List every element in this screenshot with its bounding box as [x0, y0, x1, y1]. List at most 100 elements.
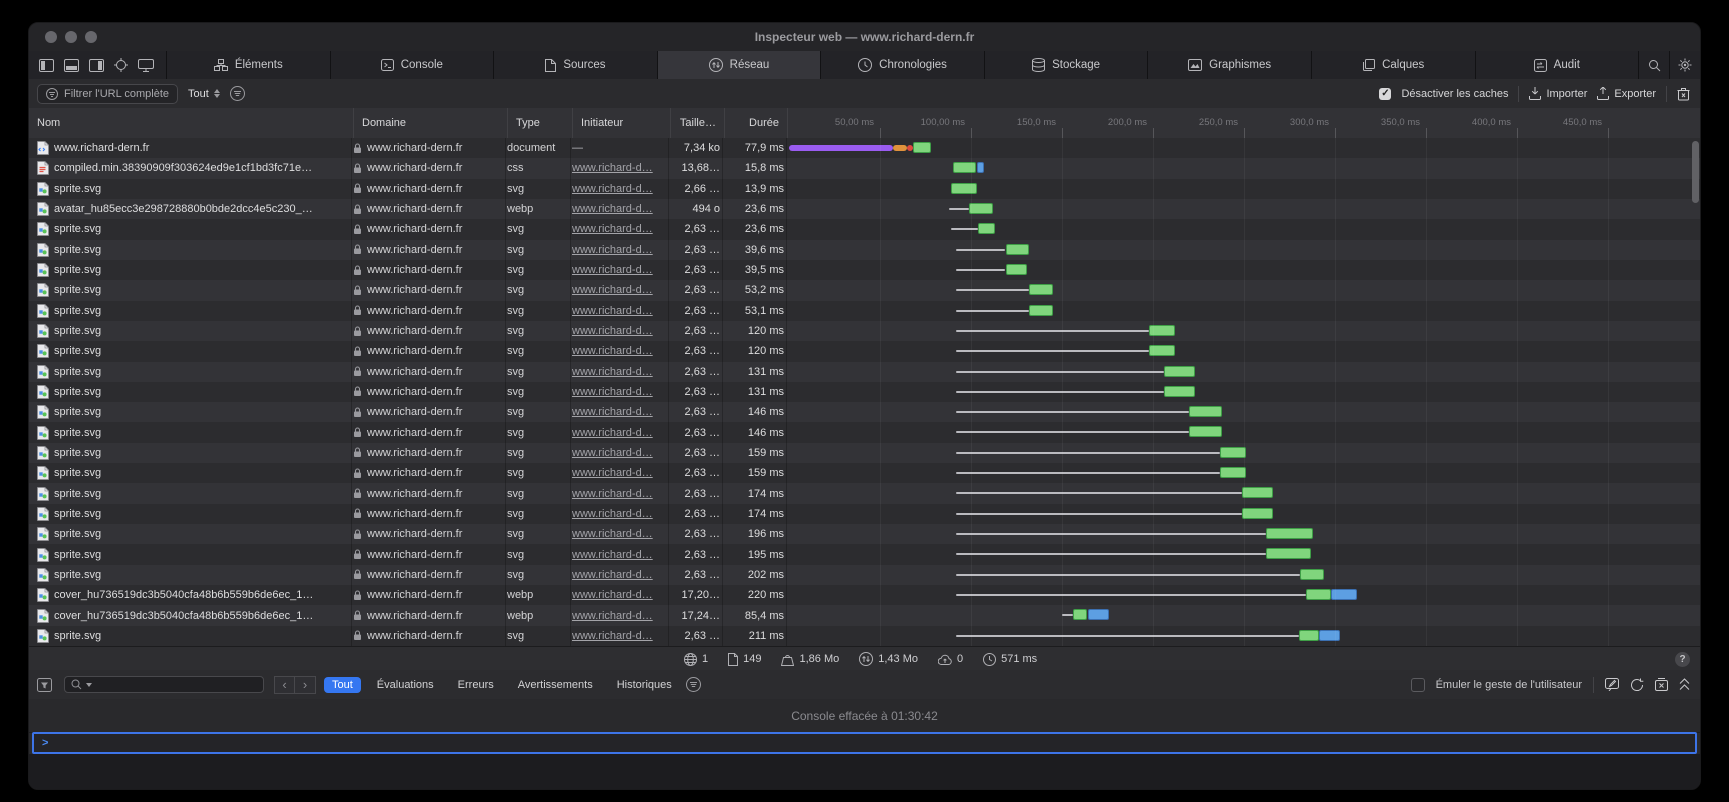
clear-network-items-icon[interactable] [1677, 87, 1690, 101]
request-initiator-link[interactable]: www.richard-d… [572, 305, 653, 317]
network-request-row[interactable]: sprite.svgwww.richard-dern.frsvgwww.rich… [29, 280, 1700, 300]
next-result-button[interactable]: › [295, 676, 316, 694]
request-initiator-link[interactable]: www.richard-d… [572, 488, 653, 500]
dock-left-icon[interactable] [39, 59, 54, 72]
console-filter-warnings[interactable]: Avertissements [510, 677, 601, 693]
network-request-row[interactable]: sprite.svgwww.richard-dern.frsvgwww.rich… [29, 382, 1700, 402]
tab-graphics[interactable]: Graphismes [1147, 51, 1311, 79]
request-initiator-link[interactable]: www.richard-d… [572, 569, 653, 581]
network-request-row[interactable]: sprite.svgwww.richard-dern.frsvgwww.rich… [29, 341, 1700, 361]
request-initiator-link[interactable]: www.richard-d… [572, 589, 653, 601]
network-request-row[interactable]: sprite.svgwww.richard-dern.frsvgwww.rich… [29, 524, 1700, 544]
request-initiator-link[interactable]: www.richard-d… [572, 508, 653, 520]
emulate-user-gesture-checkbox[interactable]: ✓ [1411, 678, 1425, 692]
help-button[interactable]: ? [1675, 652, 1690, 667]
export-button[interactable]: Exporter [1597, 87, 1656, 100]
network-request-row[interactable]: sprite.svgwww.richard-dern.frsvgwww.rich… [29, 301, 1700, 321]
console-filter-logs[interactable]: Historiques [609, 677, 680, 693]
network-request-row[interactable]: www.richard-dern.frwww.richard-dern.frdo… [29, 138, 1700, 158]
tab-elements[interactable]: Éléments [166, 51, 330, 79]
device-icon[interactable] [138, 59, 154, 72]
reload-icon[interactable] [1630, 678, 1644, 692]
network-request-row[interactable]: sprite.svgwww.richard-dern.frsvgwww.rich… [29, 565, 1700, 585]
request-initiator-link[interactable]: www.richard-d… [572, 183, 653, 195]
network-request-row[interactable]: sprite.svgwww.richard-dern.frsvgwww.rich… [29, 321, 1700, 341]
url-filter-input[interactable]: Filtrer l'URL complète [37, 84, 178, 104]
tab-storage[interactable]: Stockage [984, 51, 1148, 79]
request-initiator-link[interactable]: www.richard-d… [572, 284, 653, 296]
request-initiator-link[interactable]: www.richard-d… [572, 325, 653, 337]
settings-button[interactable] [1669, 51, 1700, 79]
disable-caches-checkbox[interactable]: ✓ [1379, 88, 1391, 100]
network-request-row[interactable]: compiled.min.38390909f303624ed9e1cf1bd3f… [29, 158, 1700, 178]
network-request-row[interactable]: sprite.svgwww.richard-dern.frsvgwww.rich… [29, 626, 1700, 646]
console-filter-evaluations[interactable]: Évaluations [369, 677, 442, 693]
request-initiator-link[interactable]: www.richard-d… [572, 528, 653, 540]
column-header-size[interactable]: Taille… [670, 108, 724, 138]
request-initiator-link[interactable]: www.richard-d… [572, 447, 653, 459]
column-header-type[interactable]: Type [507, 108, 572, 138]
tab-label: Sources [563, 59, 605, 71]
network-request-row[interactable]: sprite.svgwww.richard-dern.frsvgwww.rich… [29, 362, 1700, 382]
console-compose-icon[interactable] [1605, 678, 1619, 691]
tab-timelines[interactable]: Chronologies [820, 51, 984, 79]
console-filter-menu-icon[interactable] [686, 677, 701, 692]
request-initiator-link[interactable]: www.richard-d… [572, 406, 653, 418]
console-scope-icon[interactable] [37, 678, 52, 692]
collapse-console-icon[interactable] [1679, 678, 1690, 691]
dock-bottom-icon[interactable] [64, 59, 79, 72]
vertical-scrollbar-thumb[interactable] [1692, 141, 1699, 203]
clear-console-icon[interactable] [1655, 678, 1668, 691]
column-header-domain[interactable]: Domaine [353, 108, 507, 138]
filter-menu-icon[interactable] [230, 86, 245, 101]
request-initiator-link[interactable]: www.richard-d… [572, 223, 653, 235]
dock-right-icon[interactable] [89, 59, 104, 72]
network-request-row[interactable]: sprite.svgwww.richard-dern.frsvgwww.rich… [29, 544, 1700, 564]
console-filter-all[interactable]: Tout [324, 677, 361, 693]
request-initiator-link[interactable]: www.richard-d… [572, 467, 653, 479]
network-request-row[interactable]: avatar_hu85ecc3e298728880b0bde2dcc4e5c23… [29, 199, 1700, 219]
request-initiator-link[interactable]: www.richard-d… [572, 427, 653, 439]
console-search-input[interactable] [64, 676, 264, 693]
request-initiator-link[interactable]: www.richard-d… [572, 386, 653, 398]
request-initiator-link[interactable]: www.richard-d… [572, 264, 653, 276]
request-initiator-link[interactable]: www.richard-d… [572, 549, 653, 561]
resource-type-dropdown[interactable]: Tout [188, 88, 220, 100]
network-request-row[interactable]: sprite.svgwww.richard-dern.frsvgwww.rich… [29, 463, 1700, 483]
network-request-row[interactable]: sprite.svgwww.richard-dern.frsvgwww.rich… [29, 219, 1700, 239]
request-initiator-link[interactable]: www.richard-d… [572, 345, 653, 357]
element-picker-icon[interactable] [114, 58, 128, 72]
column-header-duration[interactable]: Durée [724, 108, 787, 138]
tab-audit[interactable]: Audit [1475, 51, 1639, 79]
tab-network[interactable]: Réseau [657, 51, 821, 79]
request-type: svg [507, 284, 524, 296]
network-request-row[interactable]: sprite.svgwww.richard-dern.frsvgwww.rich… [29, 483, 1700, 503]
request-initiator-link[interactable]: www.richard-d… [572, 203, 653, 215]
request-initiator-link[interactable]: www.richard-d… [572, 630, 653, 642]
request-initiator-link[interactable]: www.richard-d… [572, 244, 653, 256]
request-initiator-link[interactable]: www.richard-d… [572, 610, 653, 622]
network-request-row[interactable]: sprite.svgwww.richard-dern.frsvgwww.rich… [29, 504, 1700, 524]
network-request-row[interactable]: cover_hu736519dc3b5040cfa48b6b559b6de6ec… [29, 585, 1700, 605]
request-domain: www.richard-dern.fr [367, 366, 462, 378]
previous-result-button[interactable]: ‹ [274, 676, 295, 694]
console-filter-errors[interactable]: Erreurs [450, 677, 502, 693]
network-request-row[interactable]: sprite.svgwww.richard-dern.frsvgwww.rich… [29, 443, 1700, 463]
column-header-initiator[interactable]: Initiateur [572, 108, 670, 138]
network-request-row[interactable]: sprite.svgwww.richard-dern.frsvgwww.rich… [29, 422, 1700, 442]
network-request-row[interactable]: sprite.svgwww.richard-dern.frsvgwww.rich… [29, 402, 1700, 422]
network-request-row[interactable]: cover_hu736519dc3b5040cfa48b6b559b6de6ec… [29, 605, 1700, 625]
tab-sources[interactable]: Sources [493, 51, 657, 79]
request-initiator-link[interactable]: www.richard-d… [572, 366, 653, 378]
console-command-input[interactable]: > [32, 732, 1697, 754]
column-header-name[interactable]: Nom [29, 108, 353, 138]
network-request-row[interactable]: sprite.svgwww.richard-dern.frsvgwww.rich… [29, 260, 1700, 280]
request-name: sprite.svg [54, 345, 101, 357]
tab-layers[interactable]: Calques [1311, 51, 1475, 79]
search-button[interactable] [1639, 51, 1669, 79]
network-request-row[interactable]: sprite.svgwww.richard-dern.frsvgwww.rich… [29, 179, 1700, 199]
import-button[interactable]: Importer [1529, 87, 1587, 100]
network-request-row[interactable]: sprite.svgwww.richard-dern.frsvgwww.rich… [29, 240, 1700, 260]
tab-console[interactable]: Console [330, 51, 494, 79]
request-initiator-link[interactable]: www.richard-d… [572, 162, 653, 174]
